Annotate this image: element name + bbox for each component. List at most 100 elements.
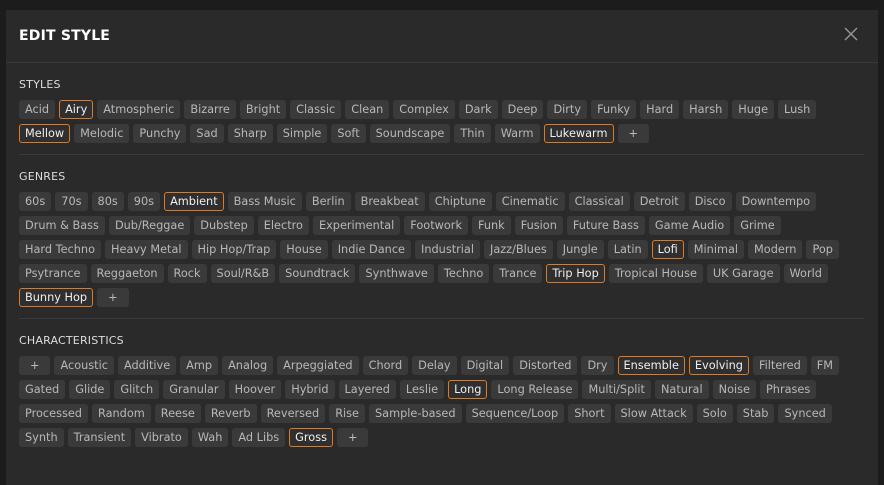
tag-chip[interactable]: Deep <box>501 100 544 119</box>
tag-chip[interactable]: Leslie <box>399 380 445 399</box>
tag-chip[interactable]: Additive <box>117 356 177 375</box>
tag-chip[interactable]: Reverb <box>204 404 257 423</box>
tag-chip-selected[interactable]: Long <box>448 380 488 399</box>
tag-chip[interactable]: Synced <box>778 404 832 423</box>
tag-chip[interactable]: Footwork <box>404 216 468 235</box>
tag-chip[interactable]: Detroit <box>633 192 685 211</box>
tag-chip[interactable]: Harsh <box>683 100 729 119</box>
tag-chip-selected[interactable]: Lofi <box>651 240 684 259</box>
tag-chip[interactable]: Funk <box>471 216 511 235</box>
tag-chip[interactable]: Downtempo <box>735 192 817 211</box>
tag-chip[interactable]: Sample-based <box>369 404 462 423</box>
tag-chip[interactable]: Wah <box>191 428 229 447</box>
tag-chip[interactable]: Vibrato <box>135 428 188 447</box>
tag-chip[interactable]: Lush <box>778 100 817 119</box>
tag-chip[interactable]: Atmospheric <box>97 100 181 119</box>
tag-chip-selected[interactable]: Ensemble <box>617 356 685 375</box>
tag-chip-selected[interactable]: Gross <box>289 428 333 447</box>
tag-chip[interactable]: Industrial <box>415 240 480 259</box>
tag-chip[interactable]: Jazz/Blues <box>483 240 553 259</box>
tag-chip[interactable]: Latin <box>607 240 648 259</box>
tag-chip[interactable]: Experimental <box>312 216 401 235</box>
tag-chip[interactable]: Classic <box>290 100 342 119</box>
tag-chip[interactable]: Acid <box>19 100 56 119</box>
tag-chip[interactable]: Funky <box>591 100 637 119</box>
tag-chip[interactable]: Chiptune <box>428 192 492 211</box>
tag-chip[interactable]: Reggaeton <box>90 264 164 283</box>
tag-chip[interactable]: Digital <box>460 356 510 375</box>
tag-chip[interactable]: Cinematic <box>495 192 565 211</box>
tag-chip[interactable]: Processed <box>19 404 88 423</box>
tag-chip[interactable]: Heavy Metal <box>105 240 188 259</box>
add-tag-button[interactable]: + <box>97 288 129 307</box>
tag-chip[interactable]: Dubstep <box>194 216 254 235</box>
tag-chip[interactable]: Bass Music <box>227 192 302 211</box>
tag-chip[interactable]: Reese <box>154 404 201 423</box>
tag-chip[interactable]: FM <box>810 356 840 375</box>
tag-chip-selected[interactable]: Lukewarm <box>543 124 614 143</box>
tag-chip[interactable]: Psytrance <box>19 264 87 283</box>
tag-chip[interactable]: Multi/Split <box>582 380 651 399</box>
tag-chip[interactable]: Slow Attack <box>614 404 693 423</box>
tag-chip[interactable]: Electro <box>257 216 309 235</box>
tag-chip[interactable]: Dry <box>581 356 614 375</box>
tag-chip[interactable]: Bizarre <box>184 100 236 119</box>
tag-chip-selected[interactable]: Trip Hop <box>546 264 605 283</box>
tag-chip[interactable]: Hard <box>640 100 680 119</box>
tag-chip[interactable]: Stab <box>736 404 775 423</box>
tag-chip[interactable]: Classical <box>568 192 630 211</box>
tag-chip[interactable]: Soul/R&B <box>210 264 276 283</box>
tag-chip[interactable]: Synth <box>19 428 64 447</box>
tag-chip[interactable]: Glitch <box>114 380 160 399</box>
tag-chip[interactable]: Warm <box>494 124 540 143</box>
tag-chip[interactable]: Acoustic <box>54 356 114 375</box>
tag-chip[interactable]: Breakbeat <box>354 192 425 211</box>
add-tag-button[interactable]: + <box>617 124 649 143</box>
tag-chip[interactable]: 70s <box>55 192 88 211</box>
tag-chip[interactable]: Sad <box>190 124 224 143</box>
tag-chip[interactable]: Arpeggiated <box>277 356 359 375</box>
tag-chip[interactable]: Long Release <box>491 380 579 399</box>
tag-chip-selected[interactable]: Evolving <box>688 356 749 375</box>
tag-chip[interactable]: Simple <box>276 124 328 143</box>
tag-chip[interactable]: Bright <box>239 100 287 119</box>
tag-chip[interactable]: Soundtrack <box>279 264 356 283</box>
tag-chip[interactable]: Punchy <box>133 124 187 143</box>
tag-chip[interactable]: UK Garage <box>706 264 780 283</box>
tag-chip[interactable]: Game Audio <box>648 216 731 235</box>
tag-chip[interactable]: Soft <box>331 124 366 143</box>
tag-chip[interactable]: Reversed <box>260 404 326 423</box>
tag-chip[interactable]: Dark <box>458 100 498 119</box>
tag-chip[interactable]: Short <box>568 404 611 423</box>
tag-chip-selected[interactable]: Mellow <box>19 124 71 143</box>
tag-chip-selected[interactable]: Airy <box>59 100 94 119</box>
tag-chip[interactable]: Analog <box>222 356 274 375</box>
tag-chip[interactable]: Phrases <box>759 380 817 399</box>
tag-chip[interactable]: Filtered <box>752 356 807 375</box>
tag-chip[interactable]: Trance <box>493 264 543 283</box>
tag-chip[interactable]: Fusion <box>514 216 563 235</box>
tag-chip[interactable]: Melodic <box>74 124 130 143</box>
tag-chip[interactable]: Random <box>91 404 151 423</box>
add-tag-button[interactable]: + <box>337 428 369 447</box>
tag-chip[interactable]: Tropical House <box>608 264 703 283</box>
tag-chip[interactable]: Sequence/Loop <box>465 404 565 423</box>
tag-chip[interactable]: 60s <box>19 192 52 211</box>
tag-chip[interactable]: Huge <box>732 100 775 119</box>
tag-chip[interactable]: 80s <box>91 192 124 211</box>
tag-chip[interactable]: 90s <box>127 192 161 211</box>
tag-chip[interactable]: Techno <box>437 264 490 283</box>
tag-chip[interactable]: Rock <box>167 264 207 283</box>
tag-chip[interactable]: Sharp <box>227 124 273 143</box>
tag-chip[interactable]: Chord <box>362 356 409 375</box>
tag-chip-selected[interactable]: Ambient <box>164 192 224 211</box>
tag-chip[interactable]: Gated <box>19 380 66 399</box>
tag-chip[interactable]: Granular <box>163 380 225 399</box>
tag-chip[interactable]: Solo <box>696 404 733 423</box>
tag-chip[interactable]: Pop <box>806 240 839 259</box>
tag-chip[interactable]: World <box>783 264 828 283</box>
tag-chip[interactable]: Dub/Reggae <box>108 216 191 235</box>
tag-chip[interactable]: Modern <box>748 240 803 259</box>
tag-chip[interactable]: Amp <box>180 356 219 375</box>
tag-chip[interactable]: Dirty <box>547 100 588 119</box>
